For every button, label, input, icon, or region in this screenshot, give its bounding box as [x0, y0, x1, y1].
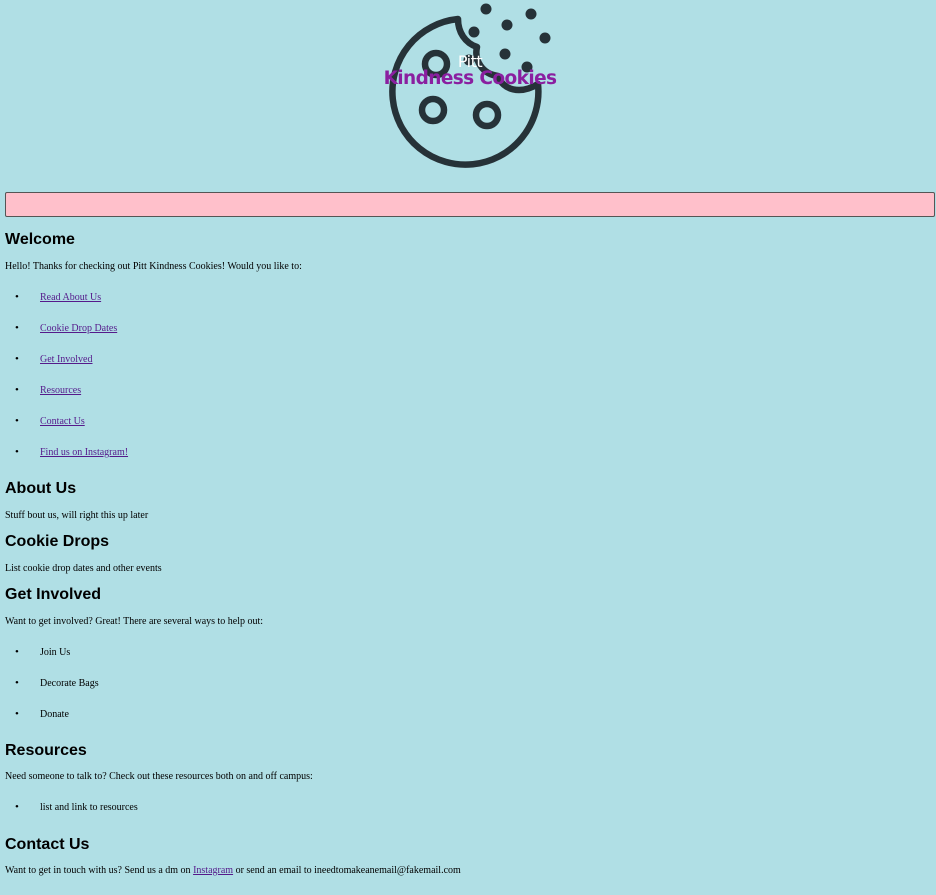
contact-heading: Contact Us	[5, 836, 90, 853]
contact-text: Want to get in touch with us? Send us a …	[5, 865, 461, 877]
bullet: •	[15, 708, 19, 720]
about-text: Stuff bout us, will right this up later	[5, 510, 149, 521]
link-get-involved[interactable]: Get Involved	[40, 354, 93, 366]
link-contact-us[interactable]: Contact Us	[40, 416, 85, 428]
welcome-heading: Welcome	[5, 231, 75, 248]
bullet: •	[15, 677, 19, 689]
contact-text-after: or send an email to ineedtomakeanemail@f…	[233, 865, 461, 876]
involved-item-donate: Donate	[40, 709, 69, 720]
logo-title: Kindness Cookies	[383, 68, 557, 89]
bullet: •	[15, 446, 19, 458]
about-heading: About Us	[5, 480, 77, 497]
site-logo: Pitt Kindness Cookies	[370, 0, 570, 170]
bullet: •	[15, 322, 19, 334]
resources-item: list and link to resources	[40, 802, 138, 813]
link-read-about-us[interactable]: Read About Us	[40, 292, 101, 304]
involved-item-join-us: Join Us	[40, 647, 71, 658]
contact-text-before: Want to get in touch with us? Send us a …	[5, 865, 194, 876]
get-involved-heading: Get Involved	[5, 586, 102, 603]
resources-text: Need someone to talk to? Check out these…	[5, 771, 313, 782]
bullet: •	[15, 291, 19, 303]
link-instagram[interactable]: Find us on Instagram!	[40, 447, 128, 459]
link-resources[interactable]: Resources	[40, 385, 81, 397]
bullet: •	[15, 353, 19, 365]
bullet: •	[15, 415, 19, 427]
cookie-drops-text: List cookie drop dates and other events	[5, 563, 162, 574]
cookie-drops-heading: Cookie Drops	[5, 533, 110, 550]
bullet: •	[15, 801, 19, 813]
link-cookie-drop-dates[interactable]: Cookie Drop Dates	[40, 323, 117, 335]
nav-bar	[5, 192, 935, 217]
resources-heading: Resources	[5, 742, 87, 759]
contact-instagram-link[interactable]: Instagram	[193, 865, 233, 876]
welcome-intro: Hello! Thanks for checking out Pitt Kind…	[5, 261, 302, 272]
bullet: •	[15, 384, 19, 396]
involved-item-decorate-bags: Decorate Bags	[40, 678, 99, 689]
get-involved-text: Want to get involved? Great! There are s…	[5, 616, 264, 627]
bullet: •	[15, 646, 19, 658]
